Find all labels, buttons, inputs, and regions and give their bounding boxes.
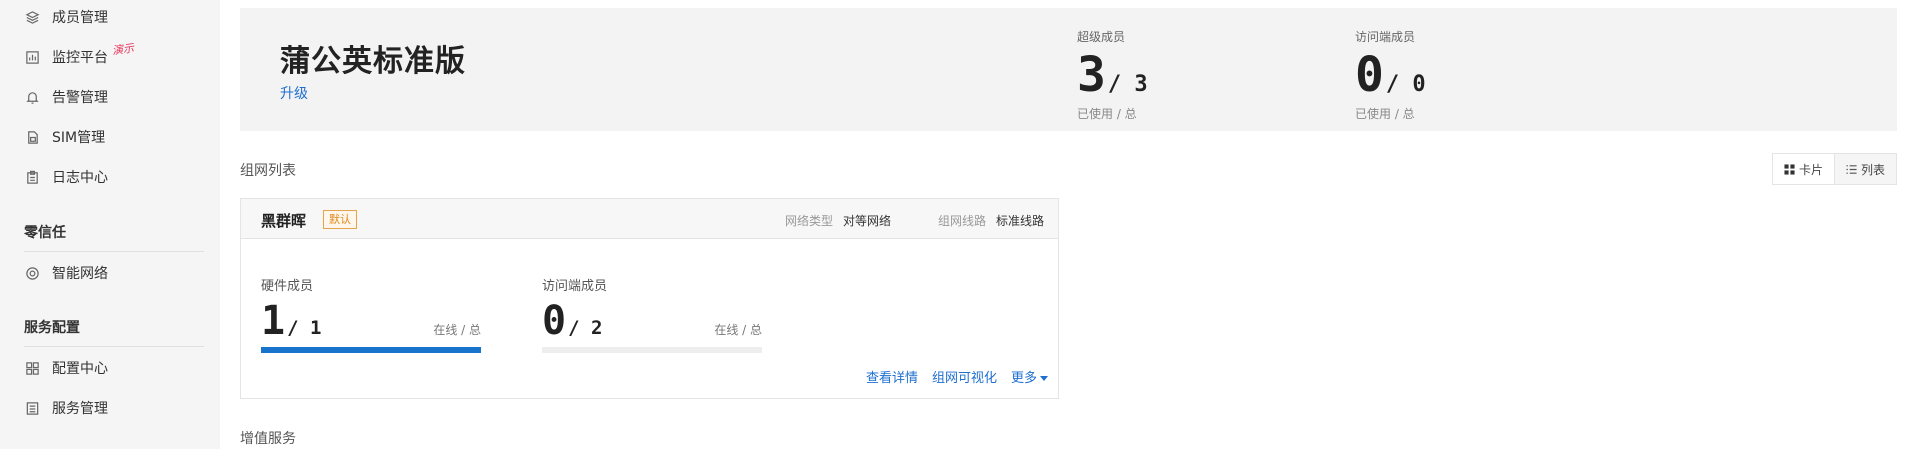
section-divider bbox=[24, 251, 204, 252]
default-badge: 默认 bbox=[323, 210, 357, 229]
sidebar-item-label: 监控平台 bbox=[52, 50, 108, 66]
view-card-label: 卡片 bbox=[1798, 162, 1823, 177]
section-title-service: 服务配置 bbox=[24, 320, 80, 336]
bell-icon bbox=[24, 89, 40, 105]
view-list-button[interactable]: 列表 bbox=[1835, 154, 1896, 184]
stat-used: 3 bbox=[1077, 47, 1106, 103]
sidebar-item-config-center[interactable]: 配置中心 bbox=[24, 357, 108, 379]
layers-icon bbox=[24, 9, 40, 25]
list-icon bbox=[24, 400, 40, 416]
sidebar-item-logs[interactable]: 日志中心 bbox=[24, 166, 108, 188]
member-label: 硬件成员 bbox=[261, 279, 314, 294]
sidebar-item-members[interactable]: 成员管理 bbox=[24, 6, 108, 28]
stat-total: / 0 bbox=[1385, 72, 1426, 97]
visitor-progress-bar bbox=[542, 347, 762, 353]
section-title-zero-trust: 零信任 bbox=[24, 225, 66, 241]
member-online: 1 bbox=[261, 298, 285, 344]
sidebar: 成员管理 监控平台 演示 告警管理 SIM管理 日志中心 零信任 智能网络 服务… bbox=[0, 0, 220, 449]
more-dropdown[interactable]: 更多 bbox=[1011, 367, 1048, 386]
stat-total: / 3 bbox=[1107, 72, 1148, 97]
network-visualize-link[interactable]: 组网可视化 bbox=[932, 367, 997, 386]
stat-sub: 已使用 / 总 bbox=[1355, 107, 1415, 121]
sim-icon bbox=[24, 129, 40, 145]
network-line-label: 组网线路 bbox=[938, 214, 987, 228]
card-actions: 查看详情 组网可视化 更多 bbox=[866, 367, 1048, 386]
sidebar-item-label: 成员管理 bbox=[52, 10, 108, 26]
network-icon bbox=[24, 265, 40, 281]
stat-sub: 已使用 / 总 bbox=[1077, 107, 1137, 121]
member-sub: 在线 / 总 bbox=[433, 323, 481, 337]
super-members-stat: 超级成员 3 / 3 已使用 / 总 bbox=[1077, 28, 1148, 122]
sidebar-item-service-management[interactable]: 服务管理 bbox=[24, 397, 108, 419]
network-name: 黑群晖 bbox=[261, 212, 307, 230]
clipboard-icon bbox=[24, 169, 40, 185]
grid-view-icon bbox=[1784, 163, 1795, 175]
view-card-button[interactable]: 卡片 bbox=[1773, 154, 1835, 184]
edition-panel: 蒲公英标准版 升级 超级成员 3 / 3 已使用 / 总 访问端成员 0 / 0… bbox=[240, 8, 1897, 131]
member-label: 访问端成员 bbox=[542, 279, 608, 294]
progress-segment bbox=[261, 347, 481, 353]
value-added-heading: 增值服务 bbox=[240, 431, 296, 447]
section-divider bbox=[24, 346, 204, 347]
view-details-link[interactable]: 查看详情 bbox=[866, 367, 918, 386]
network-line-value: 标准线路 bbox=[996, 214, 1045, 228]
chart-icon bbox=[24, 49, 40, 65]
sidebar-item-sim[interactable]: SIM管理 bbox=[24, 126, 105, 148]
stat-label: 访问端成员 bbox=[1355, 30, 1416, 44]
edition-name: 蒲公英标准版 bbox=[280, 44, 466, 79]
member-total: / 2 bbox=[568, 317, 603, 339]
sidebar-item-alerts[interactable]: 告警管理 bbox=[24, 86, 108, 108]
list-view-icon bbox=[1846, 164, 1857, 174]
sidebar-item-label: 智能网络 bbox=[52, 266, 108, 282]
sidebar-item-label: 日志中心 bbox=[52, 170, 108, 186]
member-sub: 在线 / 总 bbox=[714, 323, 762, 337]
grid-icon bbox=[24, 360, 40, 376]
sidebar-item-monitoring[interactable]: 监控平台 演示 bbox=[24, 42, 135, 68]
upgrade-link[interactable]: 升级 bbox=[280, 83, 308, 103]
progress-segment bbox=[542, 347, 651, 353]
member-online: 0 bbox=[542, 298, 566, 344]
network-type-label: 网络类型 bbox=[785, 214, 834, 228]
caret-down-icon bbox=[1040, 376, 1048, 381]
network-list-heading: 组网列表 bbox=[240, 163, 296, 179]
network-type-value: 对等网络 bbox=[843, 214, 892, 228]
more-label: 更多 bbox=[1010, 371, 1037, 386]
view-list-label: 列表 bbox=[1860, 162, 1885, 177]
hardware-progress-bar bbox=[261, 347, 481, 353]
network-line: 组网线路 标准线路 bbox=[938, 212, 1044, 229]
stat-used: 0 bbox=[1355, 47, 1384, 103]
network-type: 网络类型 对等网络 bbox=[785, 212, 891, 229]
view-toggle: 卡片 列表 bbox=[1772, 153, 1897, 185]
visitor-members-stat: 访问端成员 0 / 0 已使用 / 总 bbox=[1355, 28, 1426, 122]
card-header: 黑群晖 默认 网络类型 对等网络 组网线路 标准线路 bbox=[241, 199, 1058, 239]
progress-segment bbox=[653, 347, 762, 353]
sidebar-item-smart-network[interactable]: 智能网络 bbox=[24, 262, 108, 284]
stat-label: 超级成员 bbox=[1077, 30, 1126, 44]
sidebar-item-label: SIM管理 bbox=[52, 130, 106, 146]
sidebar-item-label: 告警管理 bbox=[52, 90, 108, 106]
member-total: / 1 bbox=[287, 317, 322, 339]
hardware-members: 硬件成员 1 / 1 在线 / 总 bbox=[261, 275, 481, 353]
sidebar-item-label: 配置中心 bbox=[52, 361, 108, 377]
demo-badge: 演示 bbox=[111, 41, 135, 58]
visitor-members: 访问端成员 0 / 2 在线 / 总 bbox=[542, 275, 762, 353]
sidebar-item-label: 服务管理 bbox=[52, 401, 108, 417]
network-card[interactable]: 黑群晖 默认 网络类型 对等网络 组网线路 标准线路 硬件成员 1 / 1 在线 /… bbox=[240, 198, 1059, 399]
